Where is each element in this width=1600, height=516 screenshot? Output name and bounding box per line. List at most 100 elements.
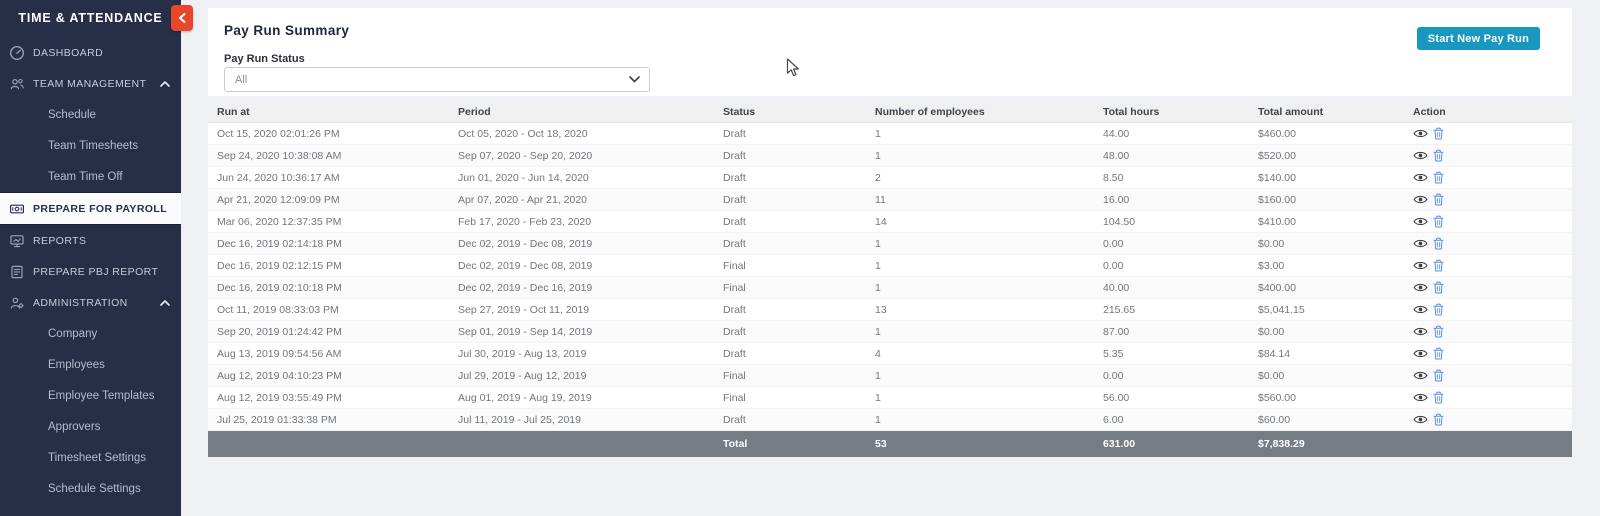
eye-icon xyxy=(1413,326,1428,337)
trash-icon xyxy=(1433,369,1444,382)
cell-run-at: Dec 16, 2019 02:14:18 PM xyxy=(208,233,449,255)
cell-status: Draft xyxy=(714,343,866,365)
table-row: Aug 12, 2019 03:55:49 PMAug 01, 2019 - A… xyxy=(208,387,1572,409)
chevron-up-icon[interactable] xyxy=(160,81,170,87)
cell-run-at: Mar 06, 2020 12:37:35 PM xyxy=(208,211,449,233)
sidebar-item-schedule[interactable]: Schedule xyxy=(0,99,181,130)
cell-total-amount: $0.00 xyxy=(1249,365,1404,387)
delete-pay-run-button[interactable] xyxy=(1433,149,1444,162)
reports-icon xyxy=(9,233,25,249)
view-pay-run-button[interactable] xyxy=(1413,392,1428,403)
view-pay-run-button[interactable] xyxy=(1413,326,1428,337)
cell-action xyxy=(1404,409,1572,431)
table-row: Oct 11, 2019 08:33:03 PMSep 27, 2019 - O… xyxy=(208,299,1572,321)
sidebar-item-team-management[interactable]: TEAM MANAGEMENT xyxy=(0,68,181,99)
cell-action xyxy=(1404,145,1572,167)
view-pay-run-button[interactable] xyxy=(1413,216,1428,227)
sidebar-item-employee-templates[interactable]: Employee Templates xyxy=(0,380,181,411)
delete-pay-run-button[interactable] xyxy=(1433,127,1444,140)
column-header-status: Status xyxy=(714,102,866,123)
cell-action xyxy=(1404,189,1572,211)
column-header-total-amount: Total amount xyxy=(1249,102,1404,123)
cell-total-hours: 0.00 xyxy=(1094,233,1249,255)
pay-run-status-value: All xyxy=(225,74,629,86)
eye-icon xyxy=(1413,216,1428,227)
cell-number-of-employees: 2 xyxy=(866,167,1094,189)
delete-pay-run-button[interactable] xyxy=(1433,171,1444,184)
sidebar-item-team-time-off[interactable]: Team Time Off xyxy=(0,161,181,192)
view-pay-run-button[interactable] xyxy=(1413,304,1428,315)
sidebar-item-timesheet-settings[interactable]: Timesheet Settings xyxy=(0,442,181,473)
cell-total-hours: 87.00 xyxy=(1094,321,1249,343)
sidebar-item-administration[interactable]: ADMINISTRATION xyxy=(0,287,181,318)
delete-pay-run-button[interactable] xyxy=(1433,391,1444,404)
cell-action xyxy=(1404,255,1572,277)
view-pay-run-button[interactable] xyxy=(1413,370,1428,381)
pay-run-table-card: Run atPeriodStatusNumber of employeesTot… xyxy=(208,102,1572,457)
sidebar-item-company[interactable]: Company xyxy=(0,318,181,349)
cell-number-of-employees: 1 xyxy=(866,409,1094,431)
cell-run-at: Dec 16, 2019 02:10:18 PM xyxy=(208,277,449,299)
sidebar-item-dashboard[interactable]: DASHBOARD xyxy=(0,37,181,68)
cell-number-of-employees: 1 xyxy=(866,365,1094,387)
delete-pay-run-button[interactable] xyxy=(1433,215,1444,228)
cell-number-of-employees: 1 xyxy=(866,277,1094,299)
view-pay-run-button[interactable] xyxy=(1413,128,1428,139)
delete-pay-run-button[interactable] xyxy=(1433,325,1444,338)
pbj-report-icon xyxy=(9,264,25,280)
cell-run-at: Apr 21, 2020 12:09:09 PM xyxy=(208,189,449,211)
view-pay-run-button[interactable] xyxy=(1413,348,1428,359)
cell-total-hours: 56.00 xyxy=(1094,387,1249,409)
cell-number-of-employees: 11 xyxy=(866,189,1094,211)
sidebar-item-approvers[interactable]: Approvers xyxy=(0,411,181,442)
delete-pay-run-button[interactable] xyxy=(1433,237,1444,250)
trash-icon xyxy=(1433,391,1444,404)
delete-pay-run-button[interactable] xyxy=(1433,369,1444,382)
view-pay-run-button[interactable] xyxy=(1413,172,1428,183)
eye-icon xyxy=(1413,282,1428,293)
cell-action xyxy=(1404,343,1572,365)
chevron-down-icon xyxy=(629,76,640,83)
cell-total-amount: $60.00 xyxy=(1249,409,1404,431)
cell-total-amount: $460.00 xyxy=(1249,123,1404,145)
delete-pay-run-button[interactable] xyxy=(1433,281,1444,294)
sidebar-collapse-button[interactable] xyxy=(171,5,193,31)
sidebar-item-prepare-for-payroll[interactable]: PREPARE FOR PAYROLL xyxy=(0,192,181,225)
eye-icon xyxy=(1413,238,1428,249)
eye-icon xyxy=(1413,172,1428,183)
cell-total-amount: $0.00 xyxy=(1249,233,1404,255)
chevron-up-icon[interactable] xyxy=(160,300,170,306)
view-pay-run-button[interactable] xyxy=(1413,260,1428,271)
view-pay-run-button[interactable] xyxy=(1413,194,1428,205)
sidebar-item-prepare-pbj-report[interactable]: PREPARE PBJ REPORT xyxy=(0,256,181,287)
eye-icon xyxy=(1413,304,1428,315)
cell-run-at: Aug 12, 2019 03:55:49 PM xyxy=(208,387,449,409)
cell-total-hours: 48.00 xyxy=(1094,145,1249,167)
sidebar-item-employees[interactable]: Employees xyxy=(0,349,181,380)
delete-pay-run-button[interactable] xyxy=(1433,193,1444,206)
delete-pay-run-button[interactable] xyxy=(1433,413,1444,426)
delete-pay-run-button[interactable] xyxy=(1433,347,1444,360)
cell-period: Jul 11, 2019 - Jul 25, 2019 xyxy=(449,409,714,431)
pay-run-status-select[interactable]: All xyxy=(224,67,650,92)
cell-number-of-employees: 1 xyxy=(866,255,1094,277)
cell-action xyxy=(1404,365,1572,387)
delete-pay-run-button[interactable] xyxy=(1433,259,1444,272)
delete-pay-run-button[interactable] xyxy=(1433,303,1444,316)
table-total-row: Total53631.00$7,838.29 xyxy=(208,431,1572,458)
cell-run-at: Sep 20, 2019 01:24:42 PM xyxy=(208,321,449,343)
cell-status: Draft xyxy=(714,145,866,167)
view-pay-run-button[interactable] xyxy=(1413,150,1428,161)
cell-total-amount: $410.00 xyxy=(1249,211,1404,233)
cell-number-of-employees: 1 xyxy=(866,145,1094,167)
start-new-pay-run-button[interactable]: Start New Pay Run xyxy=(1417,27,1540,50)
cell-action xyxy=(1404,277,1572,299)
view-pay-run-button[interactable] xyxy=(1413,414,1428,425)
cell-total-amount: $160.00 xyxy=(1249,189,1404,211)
sidebar-item-schedule-settings[interactable]: Schedule Settings xyxy=(0,473,181,504)
view-pay-run-button[interactable] xyxy=(1413,282,1428,293)
sidebar-item-label: PREPARE FOR PAYROLL xyxy=(33,203,167,215)
sidebar-item-reports[interactable]: REPORTS xyxy=(0,225,181,256)
sidebar-item-team-timesheets[interactable]: Team Timesheets xyxy=(0,130,181,161)
view-pay-run-button[interactable] xyxy=(1413,238,1428,249)
